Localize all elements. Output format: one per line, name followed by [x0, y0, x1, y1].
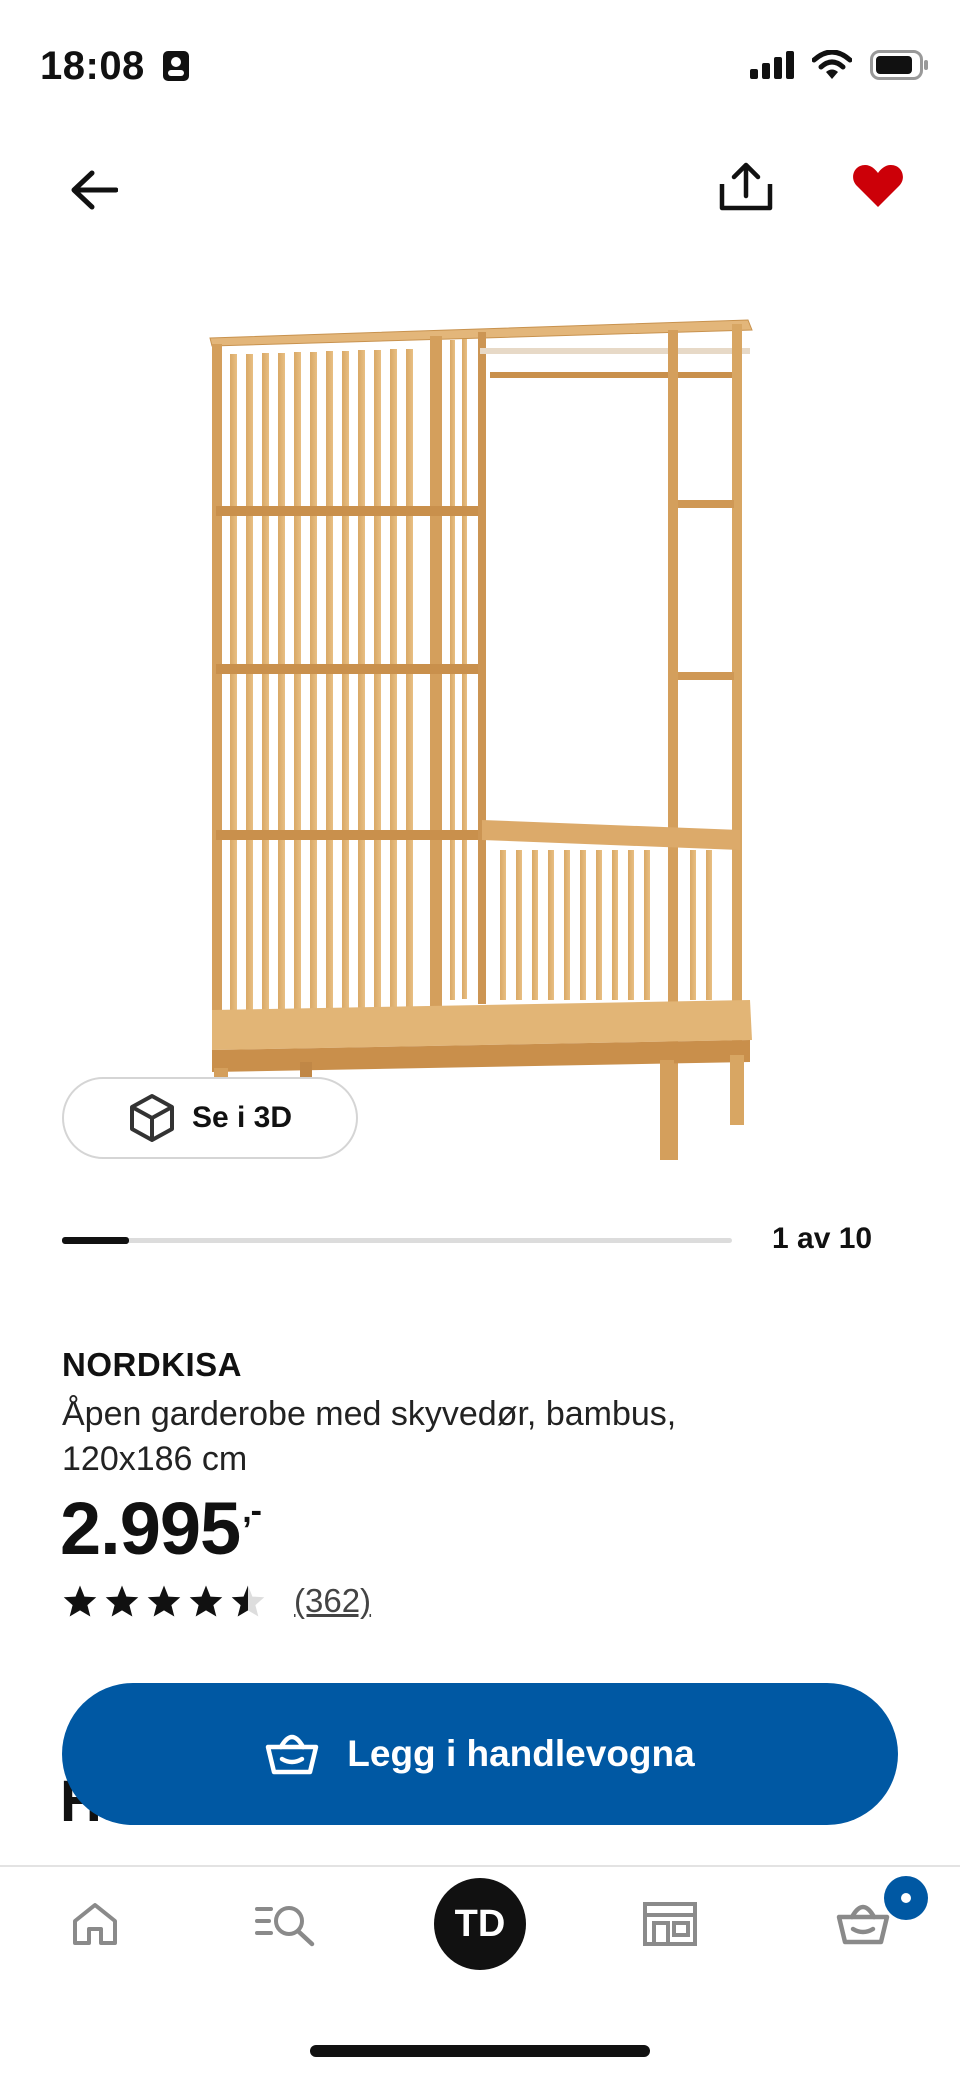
gallery-progress-track: [62, 1238, 732, 1243]
back-button[interactable]: [62, 158, 126, 222]
cube-icon: [129, 1094, 174, 1142]
product-price: 2.995 ,-: [60, 1486, 262, 1571]
store-icon: [643, 1902, 697, 1946]
battery-icon: [870, 50, 928, 80]
home-indicator[interactable]: [310, 2045, 650, 2057]
star-icon: [63, 1585, 97, 1617]
price-value: 2.995: [60, 1487, 241, 1570]
badge-dot: [901, 1893, 911, 1903]
basket-icon: [266, 1734, 319, 1775]
avatar: TD: [434, 1878, 526, 1970]
star-icon: [147, 1585, 181, 1617]
contact-card-icon: [163, 51, 190, 81]
add-to-cart-label: Legg i handlevogna: [347, 1733, 695, 1774]
basket-icon: [836, 1904, 890, 1945]
bottom-nav: TD: [0, 1868, 960, 1980]
gallery-counter: 1 av 10: [772, 1222, 873, 1255]
price-suffix: ,-: [242, 1492, 262, 1530]
star-icon: [105, 1585, 139, 1617]
share-icon: [719, 162, 773, 211]
search-list-icon: [255, 1906, 315, 1947]
wifi-icon: [812, 50, 852, 79]
status-icons: [750, 50, 928, 80]
nav-search[interactable]: [246, 1868, 326, 1980]
share-button[interactable]: [714, 155, 778, 219]
gallery-progress-fill: [62, 1237, 129, 1244]
product-name: NORDKISA: [62, 1346, 243, 1383]
nav-profile[interactable]: TD: [433, 1868, 527, 1980]
review-count-link[interactable]: (362): [294, 1582, 371, 1620]
nav-stores[interactable]: [630, 1868, 710, 1980]
view-3d-label: Se i 3D: [191, 1101, 293, 1134]
home-icon: [73, 1903, 117, 1945]
product-description: Åpen garderobe med skyvedør, bambus, 120…: [62, 1395, 677, 1478]
nav-home[interactable]: [55, 1868, 135, 1980]
product-image[interactable]: [200, 310, 760, 1170]
cart-badge: [884, 1876, 928, 1920]
rating[interactable]: (362): [62, 1582, 371, 1620]
status-time: 18:08: [40, 44, 190, 89]
add-to-cart-button[interactable]: Legg i handlevogna: [62, 1683, 898, 1825]
signal-icon: [750, 51, 794, 79]
view-3d-button[interactable]: Se i 3D: [62, 1077, 358, 1159]
favorite-button[interactable]: [846, 154, 910, 218]
half-star-icon: [231, 1585, 265, 1617]
heart-icon: [853, 165, 903, 207]
star-icon: [189, 1585, 223, 1617]
nav-divider: [0, 1865, 960, 1867]
arrow-left-icon: [71, 170, 118, 210]
